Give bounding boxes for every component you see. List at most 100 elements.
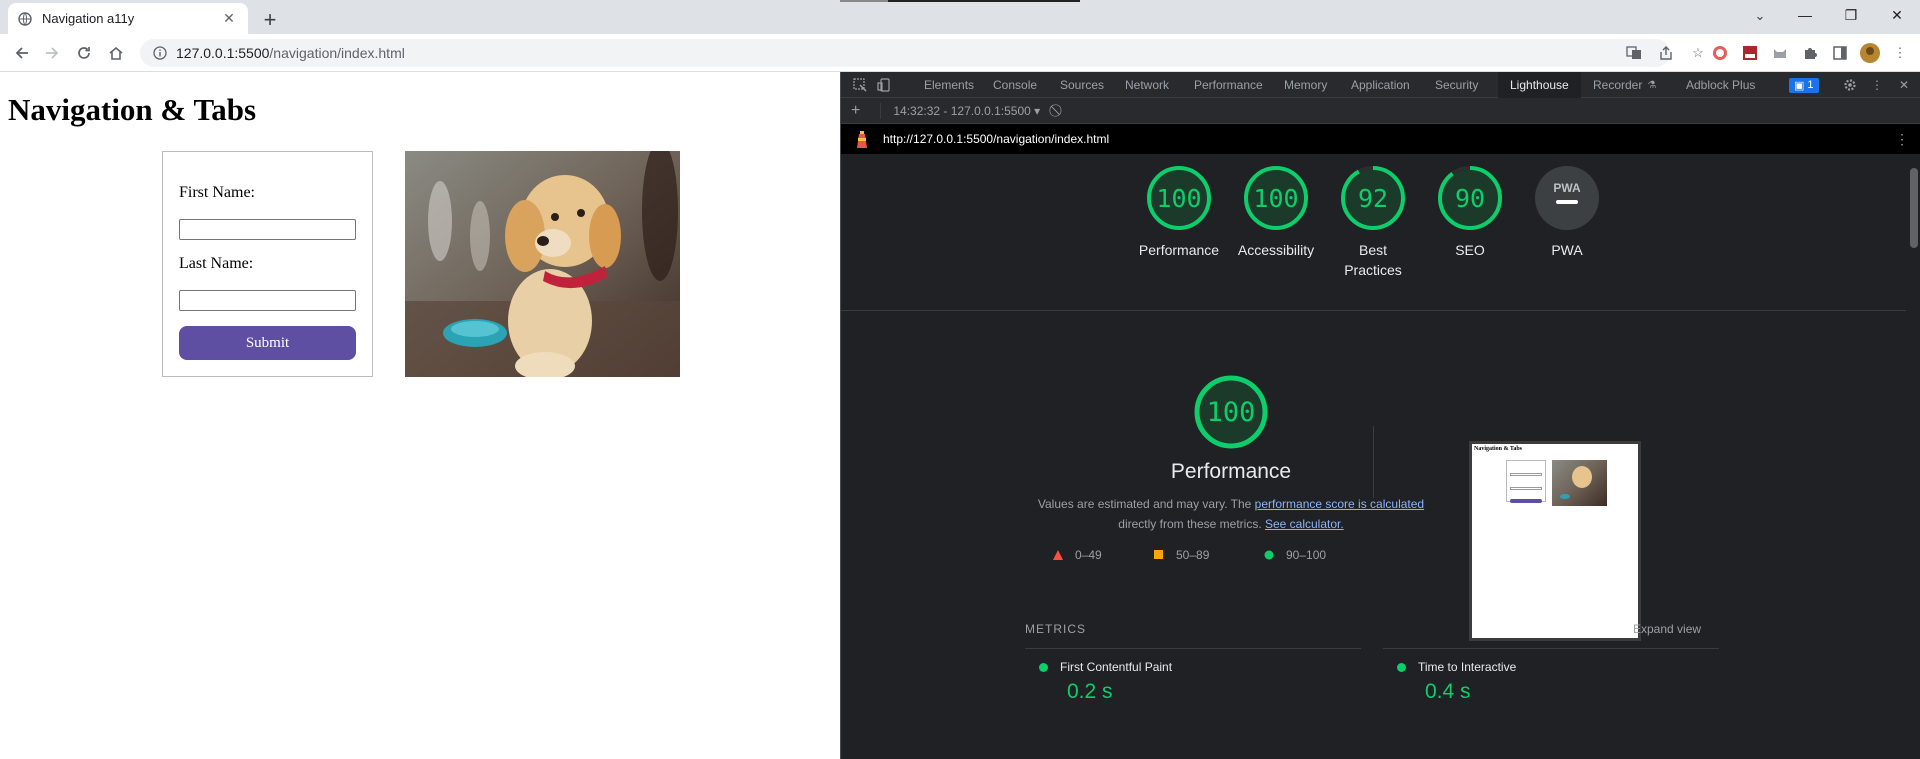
- scrollbar-thumb[interactable]: [1910, 168, 1918, 248]
- performance-score-link[interactable]: performance score is calculated: [1255, 497, 1424, 511]
- chevron-down-icon[interactable]: ⌄: [1748, 4, 1772, 28]
- final-screenshot-thumbnail[interactable]: Navigation & Tabs: [1469, 441, 1641, 641]
- vertical-divider: [1373, 426, 1374, 498]
- legend-pass: 90–100: [1264, 548, 1326, 562]
- metrics-heading: METRICS: [1025, 622, 1086, 636]
- square-icon: [1154, 550, 1163, 559]
- report-url[interactable]: http://127.0.0.1:5500/navigation/index.h…: [883, 132, 1109, 146]
- add-report-icon[interactable]: +: [851, 102, 860, 120]
- gauge-accessibility[interactable]: 100 Accessibility: [1226, 164, 1326, 260]
- metric-name: Time to Interactive: [1418, 660, 1517, 674]
- last-name-label: Last Name:: [179, 255, 254, 272]
- main-score-value: 100: [1206, 396, 1256, 428]
- tab-application[interactable]: Application: [1351, 72, 1410, 98]
- circle-icon: [1264, 550, 1274, 560]
- globe-icon: [18, 11, 32, 26]
- info-icon[interactable]: [152, 45, 168, 61]
- thumbnail-input: [1510, 487, 1542, 490]
- pwa-badge-icon: PWA: [1535, 166, 1599, 230]
- forward-icon[interactable]: [40, 41, 64, 65]
- name-form: First Name: Last Name: Submit: [162, 151, 373, 377]
- gauge-performance[interactable]: 100 Performance: [1129, 164, 1229, 260]
- minimize-button[interactable]: —: [1782, 0, 1828, 30]
- report-scrollbar[interactable]: [1906, 154, 1920, 759]
- flask-icon: ⚗: [1647, 79, 1657, 91]
- desc-prefix: Values are estimated and may vary. The: [1037, 497, 1255, 511]
- side-panel-icon[interactable]: [1828, 41, 1852, 65]
- bookmark-star-icon[interactable]: ☆: [1686, 41, 1710, 65]
- pass-dot-icon: [1397, 662, 1406, 672]
- gauge-label: Accessibility: [1237, 242, 1315, 258]
- extension-cat-icon[interactable]: [1768, 41, 1792, 65]
- gauge-label: PWA: [1551, 242, 1583, 258]
- gauge-seo[interactable]: 90 SEO: [1420, 164, 1520, 260]
- legend-fail: 0–49: [1053, 548, 1102, 562]
- kebab-menu-icon[interactable]: ⋮: [1868, 76, 1886, 94]
- report-menu-icon[interactable]: ⋮: [1895, 131, 1909, 148]
- metric-value: 0.4 s: [1425, 680, 1471, 703]
- thumbnail-heading: Navigation & Tabs: [1474, 446, 1523, 452]
- address-bar[interactable]: 127.0.0.1:5500/navigation/index.html: [140, 39, 1670, 67]
- extension-off-icon[interactable]: [1738, 41, 1762, 65]
- tab-console[interactable]: Console: [993, 72, 1037, 98]
- gauge-pwa[interactable]: PWA PWA: [1517, 164, 1617, 260]
- thumbnail-input: [1510, 473, 1542, 476]
- reload-icon[interactable]: [72, 41, 96, 65]
- metric-name: First Contentful Paint: [1060, 660, 1173, 674]
- close-window-button[interactable]: ✕: [1874, 0, 1920, 30]
- tab-performance[interactable]: Performance: [1194, 72, 1263, 98]
- new-tab-button[interactable]: +: [256, 6, 284, 34]
- tab-network[interactable]: Network: [1125, 72, 1169, 98]
- inspect-element-icon[interactable]: [851, 76, 869, 94]
- gear-icon[interactable]: [1841, 76, 1859, 94]
- legend-range: 0–49: [1075, 548, 1102, 562]
- share-icon[interactable]: [1654, 41, 1678, 65]
- first-name-label: First Name:: [179, 184, 255, 201]
- thumbnail-form: [1506, 460, 1546, 503]
- page-viewport: Navigation & Tabs First Name: Last Name:…: [0, 72, 840, 759]
- close-icon[interactable]: ✕: [1895, 76, 1913, 94]
- lighthouse-toolbar: + 14:32:32 - 127.0.0.1:5500 ▾ ⃠: [841, 98, 1920, 124]
- tab-adblock-plus[interactable]: Adblock Plus: [1686, 72, 1755, 98]
- extension-red-icon[interactable]: [1708, 41, 1732, 65]
- translate-icon[interactable]: [1622, 41, 1646, 65]
- pwa-badge-text: PWA: [1553, 181, 1581, 195]
- see-calculator-link[interactable]: See calculator.: [1265, 517, 1344, 531]
- performance-heading: Performance: [1170, 460, 1292, 483]
- section-divider: [841, 310, 1907, 311]
- tab-strip: Navigation a11y ✕ + ⌄ — ❐ ✕: [0, 0, 1920, 34]
- back-icon[interactable]: [10, 41, 34, 65]
- lighthouse-logo-icon: [853, 130, 871, 148]
- score-value: 92: [1357, 183, 1389, 213]
- close-tab-icon[interactable]: ✕: [220, 10, 238, 28]
- devtools-panel: Elements Console Sources Network Perform…: [840, 72, 1920, 759]
- home-icon[interactable]: [104, 41, 128, 65]
- toolbar-divider: [880, 102, 882, 119]
- puzzle-icon[interactable]: [1798, 41, 1822, 65]
- metric-first-contentful-paint: First Contentful Paint 0.2 s: [1039, 660, 1172, 704]
- kebab-menu-icon[interactable]: ⋮: [1888, 41, 1912, 65]
- performance-description: Values are estimated and may vary. The p…: [1027, 494, 1435, 534]
- tab-recorder[interactable]: Recorder ⚗: [1593, 72, 1656, 98]
- restore-button[interactable]: ❐: [1828, 0, 1874, 30]
- tab-sources[interactable]: Sources: [1060, 72, 1104, 98]
- page-title: Navigation & Tabs: [8, 92, 257, 127]
- browser-tab[interactable]: Navigation a11y ✕: [8, 3, 248, 34]
- issues-badge[interactable]: ▣ 1: [1789, 72, 1819, 98]
- tab-memory[interactable]: Memory: [1284, 72, 1327, 98]
- thumbnail-puppy: [1572, 466, 1592, 488]
- expand-view-button[interactable]: Expand view: [1633, 622, 1701, 636]
- issues-count: 1: [1807, 79, 1814, 91]
- tab-lighthouse[interactable]: Lighthouse: [1498, 72, 1581, 98]
- first-name-field[interactable]: [179, 219, 356, 240]
- report-selector[interactable]: 14:32:32 - 127.0.0.1:5500 ▾: [893, 104, 1040, 118]
- tab-elements[interactable]: Elements: [924, 72, 974, 98]
- thumbnail-bowl: [1560, 494, 1570, 499]
- submit-button[interactable]: Submit: [179, 326, 356, 360]
- last-name-field[interactable]: [179, 290, 356, 311]
- tab-security[interactable]: Security: [1435, 72, 1478, 98]
- avatar[interactable]: [1858, 41, 1882, 65]
- puppy-image: [405, 151, 680, 377]
- device-toolbar-icon[interactable]: [875, 76, 893, 94]
- gauge-best-practices[interactable]: 92 Best Practices: [1323, 164, 1423, 280]
